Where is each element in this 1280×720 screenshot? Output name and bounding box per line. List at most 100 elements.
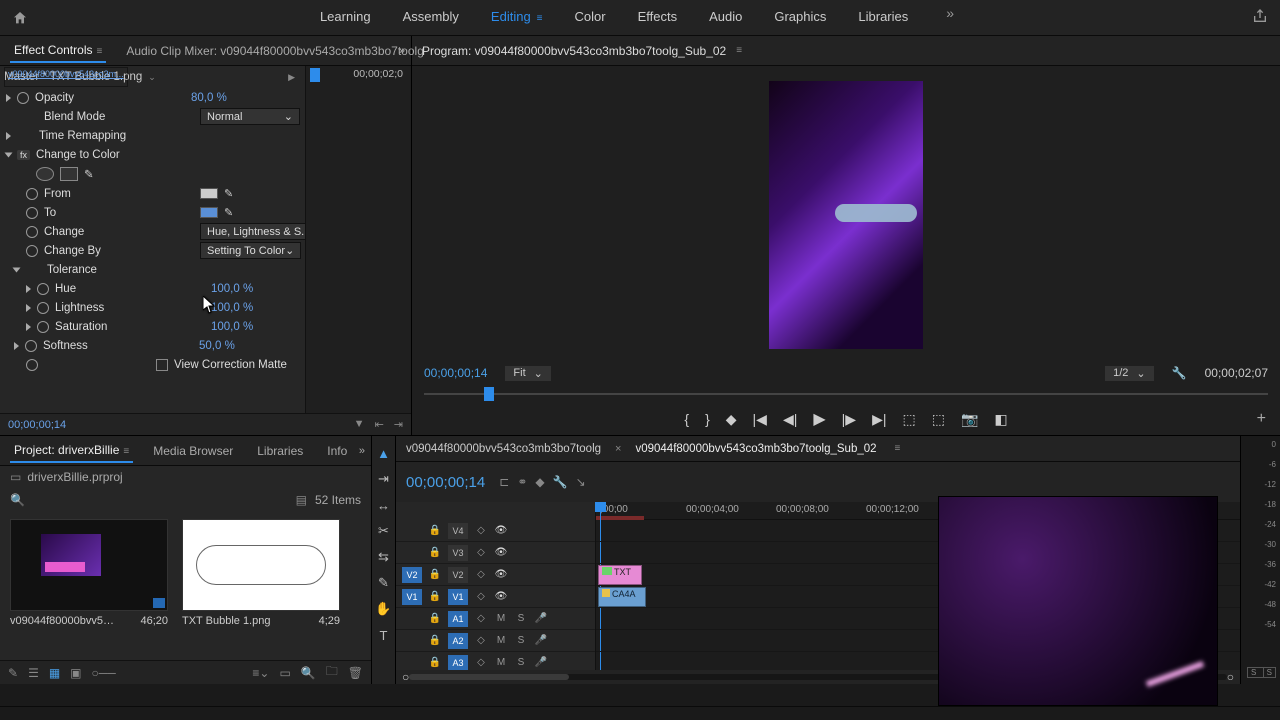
- automate-icon[interactable]: ▭: [279, 666, 290, 680]
- wrench-icon[interactable]: 🔧: [1172, 366, 1187, 380]
- track-header-a2[interactable]: 🔒A2◇MS🎤: [396, 630, 595, 652]
- tab-learning[interactable]: Learning: [318, 5, 373, 30]
- image-thumbnail[interactable]: [182, 519, 340, 611]
- comparison-icon[interactable]: ◧: [994, 411, 1007, 428]
- slip-tool-icon[interactable]: ⇆: [375, 548, 393, 566]
- button-editor-icon[interactable]: +: [1257, 410, 1266, 428]
- tab-libraries[interactable]: Libraries: [253, 440, 307, 462]
- sequence-thumbnail[interactable]: [10, 519, 168, 611]
- add-marker-icon[interactable]: ◆: [726, 411, 737, 428]
- panel-menu-icon[interactable]: ≡: [123, 446, 129, 457]
- step-fwd-icon[interactable]: |▶: [842, 411, 856, 428]
- tab-info[interactable]: Info: [323, 440, 351, 462]
- view-matte-checkbox[interactable]: [156, 359, 168, 371]
- go-to-in-icon[interactable]: |◀: [753, 411, 767, 428]
- disclosure-icon[interactable]: [26, 285, 31, 293]
- stopwatch-icon[interactable]: [17, 92, 29, 104]
- stopwatch-icon[interactable]: [37, 283, 49, 295]
- sequence-tab[interactable]: v09044f80000bvv543co3mb3bo7toolg: [406, 443, 601, 455]
- chevron-down-icon[interactable]: ⌄: [148, 72, 156, 83]
- snap-icon[interactable]: ⊏: [499, 475, 509, 489]
- play-icon[interactable]: ▶: [813, 409, 825, 429]
- track-select-tool-icon[interactable]: ⇥: [375, 470, 393, 488]
- selection-tool-icon[interactable]: ▲: [375, 444, 393, 462]
- program-current-tc[interactable]: 00;00;00;14: [424, 366, 487, 380]
- zoom-slider[interactable]: ○──: [92, 666, 116, 680]
- track-header-v3[interactable]: 🔒V3◇👁: [396, 542, 595, 564]
- search-icon[interactable]: 🔍: [10, 493, 25, 507]
- step-fwd-icon[interactable]: ⇥: [394, 418, 403, 431]
- track-header-a3[interactable]: 🔒A3◇MS🎤: [396, 652, 595, 670]
- share-icon[interactable]: [1252, 8, 1268, 27]
- eyedropper-icon[interactable]: ✎: [224, 206, 233, 219]
- ellipse-mask-button[interactable]: [36, 167, 54, 181]
- lift-icon[interactable]: ⬚: [902, 411, 915, 428]
- playhead-icon[interactable]: [484, 387, 494, 401]
- panel-overflow-icon[interactable]: »: [399, 45, 405, 57]
- bin-item[interactable]: v09044f80000bvv543co...46;20: [10, 519, 168, 652]
- extract-icon[interactable]: ⬚: [932, 411, 945, 428]
- track-header-a1[interactable]: 🔒A1◇MS🎤: [396, 608, 595, 630]
- project-bin[interactable]: v09044f80000bvv543co...46;20 TXT Bubble …: [0, 511, 371, 660]
- stopwatch-icon[interactable]: [26, 359, 38, 371]
- track-header-v1[interactable]: V1🔒V1◇👁: [396, 586, 595, 608]
- stopwatch-icon[interactable]: [37, 302, 49, 314]
- go-to-out-icon[interactable]: ▶|: [872, 411, 886, 428]
- clip-txt-bubble[interactable]: TXT: [598, 565, 642, 585]
- disclosure-icon[interactable]: [26, 323, 31, 331]
- find-icon[interactable]: 🔍: [301, 666, 316, 680]
- panel-menu-icon[interactable]: ≡: [96, 46, 102, 57]
- close-tab-icon[interactable]: ×: [615, 443, 621, 455]
- tab-assembly[interactable]: Assembly: [401, 5, 461, 30]
- project-search-input[interactable]: [33, 492, 288, 507]
- program-scrubber[interactable]: [424, 383, 1268, 403]
- panel-menu-icon[interactable]: ≡: [895, 443, 901, 454]
- ec-footer-timecode[interactable]: 00;00;00;14: [8, 419, 66, 431]
- mark-in-icon[interactable]: {: [684, 411, 689, 427]
- timeline-timecode[interactable]: 00;00;00;14: [406, 474, 485, 491]
- track-header-v4[interactable]: 🔒V4◇👁: [396, 520, 595, 542]
- change-by-dropdown[interactable]: Setting To Color⌄: [200, 242, 301, 259]
- export-frame-icon[interactable]: 📷: [961, 411, 978, 428]
- pen-tool-icon[interactable]: ✎: [375, 574, 393, 592]
- new-bin-icon[interactable]: 🗀: [326, 662, 338, 683]
- tab-libraries[interactable]: Libraries: [856, 5, 910, 30]
- list-view-icon[interactable]: ☰: [28, 666, 39, 680]
- overflow-icon[interactable]: »: [946, 5, 954, 30]
- eyedropper-icon[interactable]: ✎: [224, 187, 233, 200]
- zoom-fit-dropdown[interactable]: Fit⌄: [505, 366, 550, 381]
- step-back-icon[interactable]: ⇤: [375, 418, 384, 431]
- program-monitor-viewport[interactable]: [412, 66, 1280, 363]
- stopwatch-icon[interactable]: [37, 321, 49, 333]
- panel-overflow-icon[interactable]: »: [359, 445, 365, 457]
- disclosure-open-icon[interactable]: [5, 152, 13, 157]
- chevron-lines-icon[interactable]: ≡: [537, 13, 543, 24]
- ec-playhead-icon[interactable]: [310, 68, 320, 82]
- disclosure-open-icon[interactable]: [13, 267, 21, 272]
- type-tool-icon[interactable]: T: [375, 626, 393, 644]
- sequence-tab[interactable]: v09044f80000bvv543co3mb3bo7toolg_Sub_02: [635, 443, 876, 455]
- step-back-icon[interactable]: ◀|: [783, 411, 797, 428]
- link-icon[interactable]: ⚭: [517, 475, 527, 489]
- icon-view-icon[interactable]: ▦: [49, 666, 60, 680]
- filter-icon[interactable]: ▼: [354, 418, 365, 431]
- tab-graphics[interactable]: Graphics: [772, 5, 828, 30]
- ripple-tool-icon[interactable]: ↔: [375, 496, 393, 514]
- freeform-icon[interactable]: ▣: [70, 666, 81, 680]
- stopwatch-icon[interactable]: [25, 340, 37, 352]
- stopwatch-icon[interactable]: [26, 207, 38, 219]
- disclosure-icon[interactable]: [14, 342, 19, 350]
- tab-effects[interactable]: Effects: [636, 5, 680, 30]
- disclosure-icon[interactable]: [6, 132, 11, 140]
- list-view-icon[interactable]: ▤: [296, 493, 307, 507]
- mark-out-icon[interactable]: }: [705, 411, 710, 427]
- track-header-v2[interactable]: V2🔒V2◇👁: [396, 564, 595, 586]
- softness-value[interactable]: 50,0 %: [199, 340, 309, 352]
- marker-icon[interactable]: ◆: [535, 475, 544, 489]
- panel-menu-icon[interactable]: ≡: [736, 45, 742, 56]
- disclosure-icon[interactable]: [6, 94, 11, 102]
- wrench-icon[interactable]: ↘: [576, 475, 586, 489]
- from-swatch[interactable]: [200, 188, 218, 199]
- rect-mask-button[interactable]: [60, 167, 78, 181]
- bin-item[interactable]: TXT Bubble 1.png4;29: [182, 519, 340, 652]
